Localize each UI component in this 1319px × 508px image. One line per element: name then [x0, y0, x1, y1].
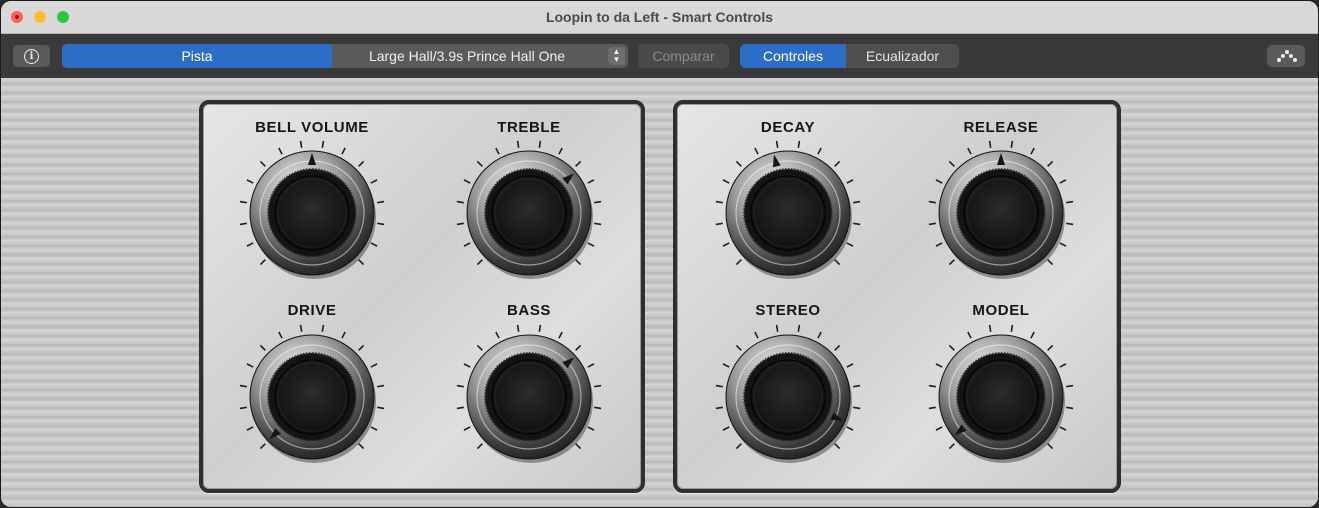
- info-button[interactable]: i: [13, 45, 50, 67]
- controls-area: BELL VOLUME TREBLE DRIVE BASS DECAY RELE…: [1, 78, 1318, 507]
- preset-name: Large Hall/3.9s Prince Hall One: [368, 48, 566, 64]
- network-icon: [1277, 50, 1297, 62]
- stereo-knob-graphic: [715, 324, 861, 463]
- bell-volume-knob[interactable]: [222, 123, 402, 303]
- decay-knob[interactable]: [698, 123, 878, 303]
- decay-knob-graphic: [715, 140, 861, 279]
- track-segment[interactable]: Pista: [62, 44, 332, 68]
- treble-knob[interactable]: [439, 123, 619, 303]
- info-icon: i: [24, 48, 39, 64]
- compare-button[interactable]: Comparar: [638, 44, 729, 68]
- eq-tab[interactable]: Ecualizador: [846, 44, 959, 68]
- release-knob[interactable]: [911, 123, 1091, 303]
- drive-knob[interactable]: [222, 307, 402, 487]
- chevron-up-down-icon: ▲ ▼: [608, 47, 625, 65]
- bass-knob-graphic: [456, 324, 602, 463]
- preset-popup[interactable]: Large Hall/3.9s Prince Hall One ▲ ▼: [332, 44, 628, 68]
- release-knob-graphic: [928, 140, 1074, 279]
- treble-knob-graphic: [456, 140, 602, 279]
- model-knob-graphic: [928, 324, 1074, 463]
- network-button[interactable]: [1267, 45, 1305, 67]
- title-bar: Loopin to da Left - Smart Controls: [1, 1, 1318, 34]
- toolbar: i Pista Large Hall/3.9s Prince Hall One …: [1, 34, 1318, 78]
- window-title: Loopin to da Left - Smart Controls: [545, 9, 774, 25]
- bass-knob[interactable]: [439, 307, 619, 487]
- model-knob[interactable]: [911, 307, 1091, 487]
- smart-controls-window: Loopin to da Left - Smart Controls i Pis…: [0, 0, 1319, 508]
- stereo-knob[interactable]: [698, 307, 878, 487]
- bell-volume-knob-graphic: [239, 140, 385, 279]
- drive-knob-graphic: [239, 324, 385, 463]
- controls-tab[interactable]: Controles: [740, 44, 846, 68]
